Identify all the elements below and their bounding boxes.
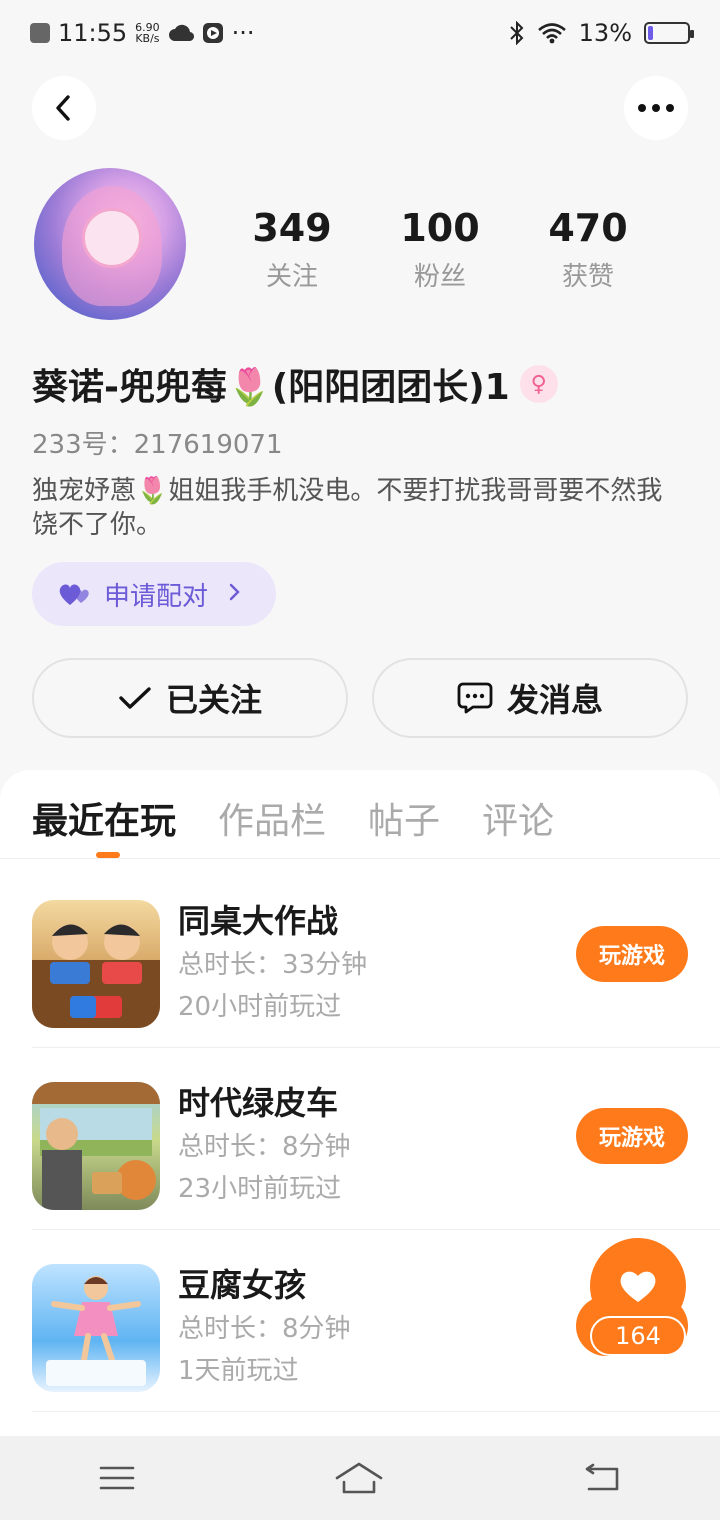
more-button[interactable]	[624, 76, 688, 140]
tab-comments[interactable]: 评论	[482, 792, 554, 844]
tab-works[interactable]: 作品栏	[218, 792, 326, 844]
game-title: 豆腐女孩	[178, 1266, 307, 1304]
wifi-icon	[537, 23, 566, 44]
hearts-icon	[59, 584, 89, 605]
game-last-played: 1天前玩过	[178, 1356, 299, 1386]
female-icon: ♀	[519, 365, 558, 403]
user-id: 233号：217619071	[32, 430, 283, 460]
battery-percent: 13%	[578, 19, 632, 47]
tab-posts[interactable]: 帖子	[368, 792, 440, 844]
chevron-right-icon	[228, 580, 242, 608]
status-more: ···	[231, 19, 255, 47]
profile-stats: 349 关注 100 粉丝 470 获赞	[218, 206, 662, 293]
bluetooth-icon	[509, 21, 524, 45]
pair-request-button[interactable]: 申请配对	[32, 562, 276, 626]
game-icon[interactable]	[32, 1264, 160, 1392]
game-icon[interactable]	[32, 900, 160, 1028]
cloud-icon	[168, 24, 194, 42]
avatar[interactable]	[34, 168, 186, 320]
tab-recently-played[interactable]: 最近在玩	[32, 792, 176, 844]
profile-tabs: 最近在玩 作品栏 帖子 评论	[32, 792, 554, 844]
like-count: 164	[590, 1316, 686, 1356]
list-divider	[32, 1411, 720, 1412]
follow-label: 已关注	[165, 681, 262, 719]
followers-label: 粉丝	[413, 262, 466, 292]
following-stat[interactable]: 349 关注	[218, 206, 366, 293]
chat-icon	[457, 682, 493, 714]
likes-count: 470	[548, 206, 628, 250]
following-label: 关注	[265, 262, 318, 292]
heart-icon	[620, 1271, 656, 1302]
follow-button[interactable]: 已关注	[32, 658, 348, 738]
back-button[interactable]	[32, 76, 96, 140]
pair-request-label: 申请配对	[104, 581, 209, 612]
following-count: 349	[252, 206, 332, 250]
message-button[interactable]: 发消息	[372, 658, 688, 738]
like-fab[interactable]: 164	[576, 1238, 688, 1356]
game-duration: 总时长：8分钟	[178, 1132, 351, 1162]
game-icon[interactable]	[32, 1082, 160, 1210]
user-bio: 独宠妤蒽🌷姐姐我手机没电。不要打扰我哥哥要不然我饶不了你。	[32, 476, 663, 540]
chevron-left-icon	[56, 95, 70, 121]
home-icon[interactable]	[334, 1460, 384, 1496]
tabs-divider	[0, 858, 720, 859]
game-duration: 总时长：8分钟	[178, 1314, 351, 1344]
likes-label: 获赞	[561, 262, 614, 292]
battery-icon	[644, 22, 694, 44]
followers-stat[interactable]: 100 粉丝	[366, 206, 514, 293]
play-game-button[interactable]: 玩游戏	[576, 926, 688, 982]
more-icon	[638, 104, 674, 112]
clock: 11:55	[58, 19, 128, 47]
user-name: 葵诺-兜兜莓🌷(阳阳团团长)1	[32, 367, 510, 408]
game-item[interactable]: 同桌大作战 总时长：33分钟 20小时前玩过 玩游戏	[32, 866, 720, 1048]
followers-count: 100	[400, 206, 480, 250]
game-title: 时代绿皮车	[178, 1084, 339, 1122]
notification-icon	[30, 23, 50, 43]
menu-icon[interactable]	[99, 1464, 135, 1492]
name-row: 葵诺-兜兜莓🌷(阳阳团团长)1 ♀	[32, 358, 558, 410]
game-item[interactable]: 时代绿皮车 总时长：8分钟 23小时前玩过 玩游戏	[32, 1048, 720, 1230]
check-icon	[119, 687, 151, 709]
status-bar: 11:55 6.90 KB/s ··· 13%	[0, 0, 720, 66]
play-game-button[interactable]: 玩游戏	[576, 1108, 688, 1164]
message-label: 发消息	[506, 681, 603, 719]
back-nav-icon[interactable]	[583, 1463, 621, 1493]
game-title: 同桌大作战	[178, 902, 339, 940]
network-speed: 6.90 KB/s	[135, 21, 160, 45]
system-nav-bar	[0, 1436, 720, 1520]
game-duration: 总时长：33分钟	[178, 950, 368, 980]
game-last-played: 20小时前玩过	[178, 992, 342, 1022]
likes-stat[interactable]: 470 获赞	[514, 206, 662, 293]
game-last-played: 23小时前玩过	[178, 1174, 342, 1204]
media-icon	[202, 23, 223, 43]
